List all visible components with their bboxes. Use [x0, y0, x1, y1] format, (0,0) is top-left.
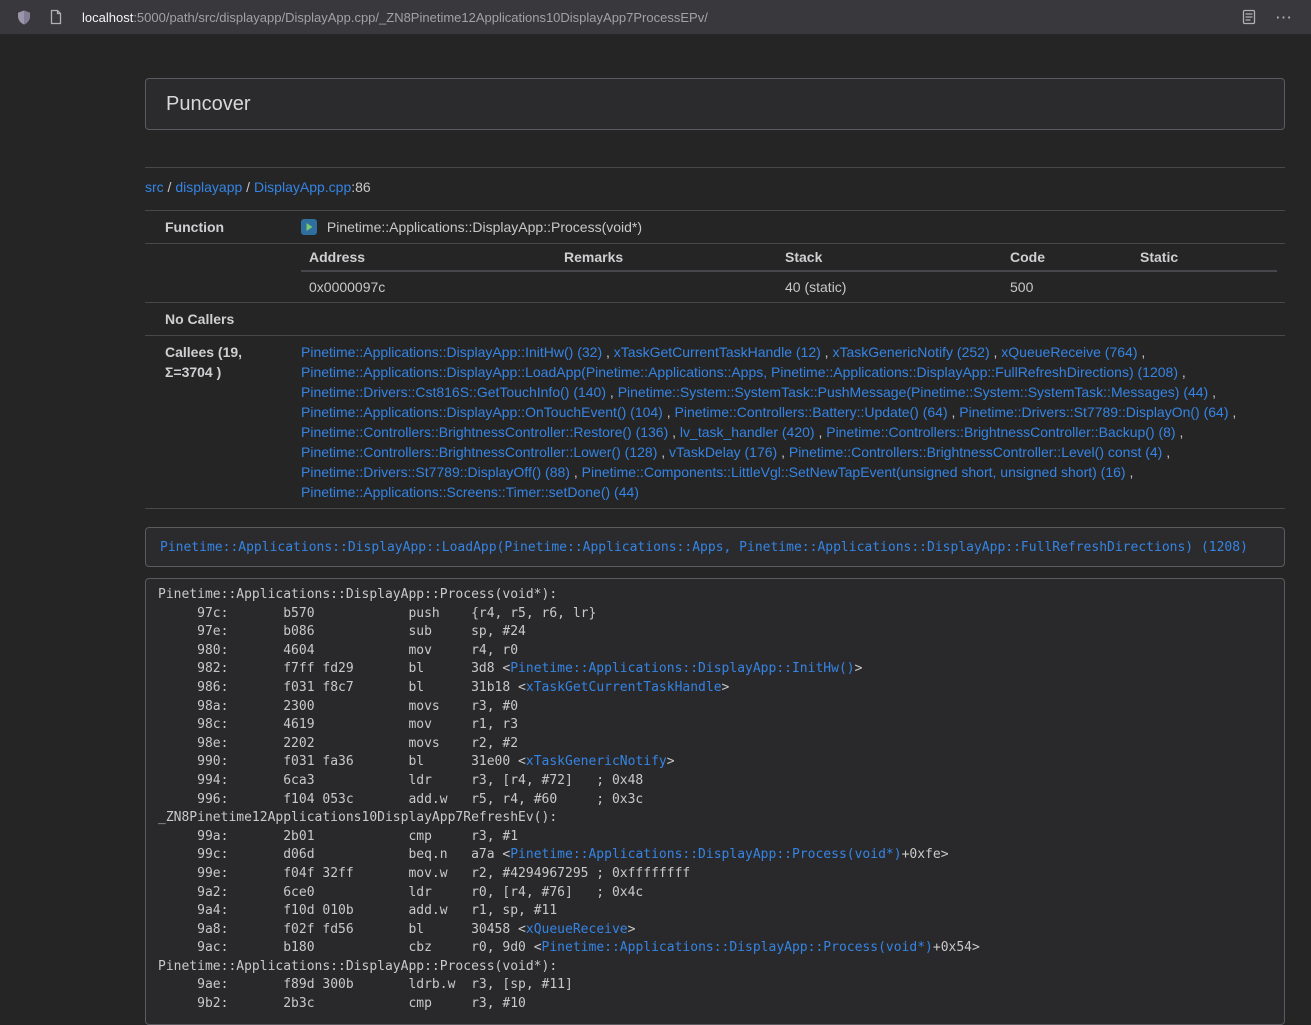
- callee-link[interactable]: Pinetime::System::SystemTask::PushMessag…: [618, 384, 1209, 400]
- page-actions-icon[interactable]: ⋯: [1271, 9, 1297, 26]
- symbol-link[interactable]: xTaskGenericNotify: [526, 754, 667, 769]
- breadcrumb-link[interactable]: src: [145, 179, 164, 195]
- page-title: Puncover: [166, 93, 251, 115]
- table-row: No Callers: [145, 303, 1285, 336]
- url-path: :5000/path/src/displayapp/DisplayApp.cpp…: [133, 10, 708, 25]
- function-cell: Pinetime::Applications::DisplayApp::Proc…: [293, 211, 1285, 244]
- stats-value: [1132, 271, 1277, 302]
- stats-table: AddressRemarksStackCodeStatic 0x0000097c…: [301, 244, 1277, 302]
- callee-link[interactable]: Pinetime::Controllers::BrightnessControl…: [301, 444, 657, 460]
- stats-column-header: Code: [1002, 244, 1132, 271]
- callee-link[interactable]: Pinetime::Applications::Screens::Timer::…: [301, 484, 639, 500]
- page-content: Puncover src / displayapp / DisplayApp.c…: [145, 78, 1285, 1025]
- stats-column-header: Remarks: [556, 244, 777, 271]
- callee-link[interactable]: Pinetime::Applications::DisplayApp::OnTo…: [301, 404, 663, 420]
- table-row: Callees (19, Σ=3704 ) Pinetime::Applicat…: [145, 336, 1285, 509]
- breadcrumb-separator: /: [164, 179, 176, 195]
- callee-link[interactable]: xTaskGetCurrentTaskHandle (12): [614, 344, 821, 360]
- callee-link[interactable]: lv_task_handler (420): [680, 424, 815, 440]
- stats-column-header: Static: [1132, 244, 1277, 271]
- reader-view-icon[interactable]: [1239, 7, 1259, 27]
- shield-icon[interactable]: [14, 7, 34, 27]
- stats-value: 500: [1002, 271, 1132, 302]
- callee-link[interactable]: xTaskGenericNotify (252): [832, 344, 989, 360]
- callee-link[interactable]: xQueueReceive (764): [1001, 344, 1137, 360]
- callee-link[interactable]: Pinetime::Drivers::St7789::DisplayOff() …: [301, 464, 570, 480]
- stats-value: 0x0000097c: [301, 271, 556, 302]
- callee-link[interactable]: Pinetime::Drivers::Cst816S::GetTouchInfo…: [301, 384, 606, 400]
- function-label: Function: [145, 211, 293, 244]
- page-info-icon[interactable]: [46, 7, 66, 27]
- callees-list: Pinetime::Applications::DisplayApp::Init…: [293, 336, 1285, 509]
- callees-label: Callees (19, Σ=3704 ): [145, 336, 293, 509]
- stats-cell: AddressRemarksStackCodeStatic 0x0000097c…: [293, 244, 1285, 303]
- stats-value-row: 0x0000097c 40 (static)500: [301, 271, 1277, 302]
- disassembly: Pinetime::Applications::DisplayApp::Proc…: [145, 578, 1285, 1025]
- function-name: Pinetime::Applications::DisplayApp::Proc…: [327, 219, 642, 235]
- breadcrumb-separator: /: [242, 179, 254, 195]
- function-icon: [301, 219, 317, 235]
- stats-value: [556, 271, 777, 302]
- table-row: AddressRemarksStackCodeStatic 0x0000097c…: [145, 244, 1285, 303]
- panel-heading-link[interactable]: Pinetime::Applications::DisplayApp::Load…: [160, 540, 1248, 555]
- function-table: Function Pinetime::Applications::Display…: [145, 210, 1285, 509]
- empty-label: [145, 244, 293, 303]
- callee-link[interactable]: Pinetime::Controllers::Battery::Update()…: [675, 404, 948, 420]
- breadcrumb-link[interactable]: displayapp: [175, 179, 242, 195]
- symbol-link[interactable]: Pinetime::Applications::DisplayApp::Init…: [510, 661, 854, 676]
- breadcrumb: src / displayapp / DisplayApp.cpp:86: [145, 177, 1285, 197]
- symbol-link[interactable]: xQueueReceive: [526, 922, 628, 937]
- callee-link[interactable]: Pinetime::Applications::DisplayApp::Init…: [301, 344, 602, 360]
- stats-column-header: Stack: [777, 244, 1002, 271]
- url-host: localhost: [82, 10, 133, 25]
- browser-toolbar: localhost:5000/path/src/displayapp/Displ…: [0, 0, 1311, 35]
- divider: [145, 167, 1285, 168]
- symbol-panel: Pinetime::Applications::DisplayApp::Load…: [145, 527, 1285, 567]
- symbol-link[interactable]: Pinetime::Applications::DisplayApp::Proc…: [510, 847, 901, 862]
- stats-header-row: AddressRemarksStackCodeStatic: [301, 244, 1277, 271]
- app-header: Puncover: [145, 78, 1285, 130]
- url-bar[interactable]: localhost:5000/path/src/displayapp/Displ…: [82, 10, 1227, 25]
- callee-link[interactable]: Pinetime::Applications::DisplayApp::Load…: [301, 364, 1178, 380]
- callee-link[interactable]: Pinetime::Components::LittleVgl::SetNewT…: [582, 464, 1126, 480]
- stats-value: 40 (static): [777, 271, 1002, 302]
- callee-link[interactable]: Pinetime::Controllers::BrightnessControl…: [826, 424, 1175, 440]
- symbol-link[interactable]: xTaskGetCurrentTaskHandle: [526, 680, 722, 695]
- callee-link[interactable]: Pinetime::Controllers::BrightnessControl…: [789, 444, 1162, 460]
- no-callers-label: No Callers: [145, 303, 293, 336]
- stats-column-header: Address: [301, 244, 556, 271]
- callee-link[interactable]: vTaskDelay (176): [669, 444, 777, 460]
- callers-cell: [293, 303, 1285, 336]
- callee-link[interactable]: Pinetime::Drivers::St7789::DisplayOn() (…: [959, 404, 1228, 420]
- symbol-link[interactable]: Pinetime::Applications::DisplayApp::Proc…: [542, 940, 933, 955]
- breadcrumb-line-number: :86: [351, 179, 370, 195]
- callee-link[interactable]: Pinetime::Controllers::BrightnessControl…: [301, 424, 668, 440]
- breadcrumb-link[interactable]: DisplayApp.cpp: [254, 179, 351, 195]
- table-row: Function Pinetime::Applications::Display…: [145, 211, 1285, 244]
